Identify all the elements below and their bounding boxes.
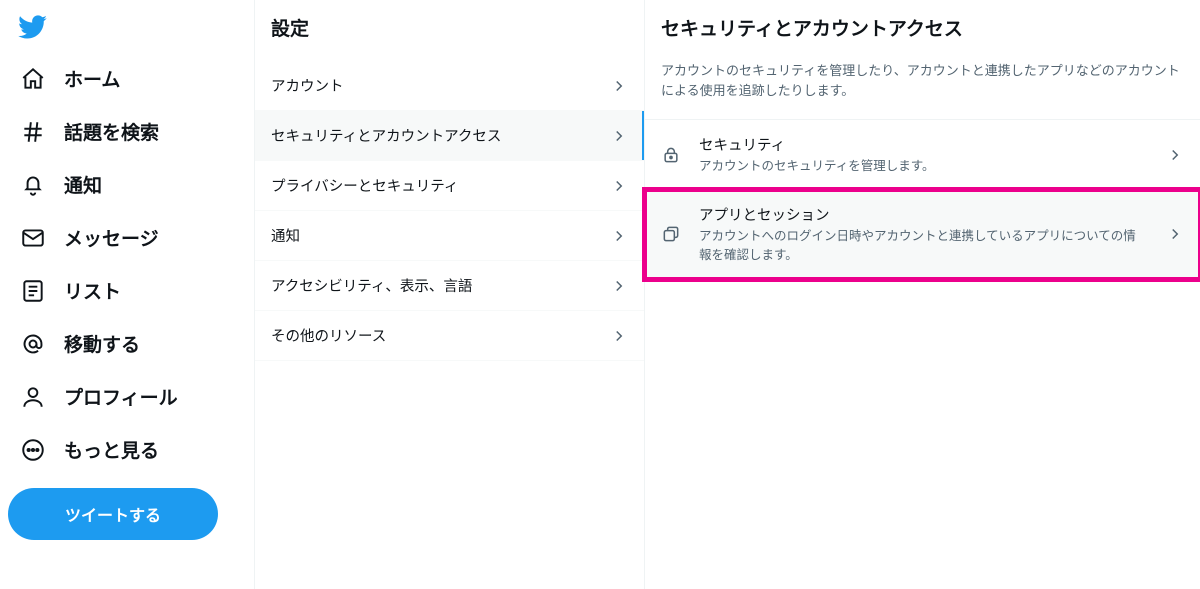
nav-notifications[interactable]: 通知 bbox=[8, 160, 246, 209]
hash-icon bbox=[20, 119, 46, 145]
at-icon bbox=[20, 331, 46, 357]
panel-row-title: アプリとセッション bbox=[699, 204, 1148, 225]
settings-item-label: 通知 bbox=[271, 225, 300, 246]
left-nav: ホーム 話題を検索 通知 メッセージ bbox=[0, 0, 255, 589]
nav-label: 移動する bbox=[64, 330, 140, 357]
envelope-icon bbox=[20, 225, 46, 251]
settings-column: 設定 アカウント セキュリティとアカウントアクセス プライバシーとセキュリティ … bbox=[255, 0, 645, 589]
settings-item-security-access[interactable]: セキュリティとアカウントアクセス bbox=[255, 111, 644, 161]
settings-item-label: プライバシーとセキュリティ bbox=[271, 175, 458, 196]
chevron-right-icon bbox=[610, 127, 628, 145]
panel-row-apps-sessions[interactable]: アプリとセッション アカウントへのログイン日時やアカウントと連携しているアプリに… bbox=[645, 190, 1200, 279]
settings-item-label: セキュリティとアカウントアクセス bbox=[271, 125, 501, 146]
nav-label: プロフィール bbox=[64, 383, 178, 410]
nav-label: 話題を検索 bbox=[64, 118, 159, 145]
settings-item-privacy[interactable]: プライバシーとセキュリティ bbox=[255, 161, 644, 211]
panel-row-title: セキュリティ bbox=[699, 134, 1148, 155]
panel-row-text: アプリとセッション アカウントへのログイン日時やアカウントと連携しているアプリに… bbox=[699, 204, 1148, 265]
settings-item-label: アクセシビリティ、表示、言語 bbox=[271, 275, 472, 296]
settings-item-label: その他のリソース bbox=[271, 325, 386, 346]
settings-item-other-resources[interactable]: その他のリソース bbox=[255, 311, 644, 361]
chevron-right-icon bbox=[610, 77, 628, 95]
nav-messages[interactable]: メッセージ bbox=[8, 213, 246, 262]
twitter-logo-icon bbox=[18, 12, 236, 42]
panel-row-security[interactable]: セキュリティ アカウントのセキュリティを管理します。 bbox=[645, 120, 1200, 190]
nav-lists[interactable]: リスト bbox=[8, 266, 246, 315]
apps-icon bbox=[661, 224, 681, 244]
panel-description: アカウントのセキュリティを管理したり、アカウントと連携したアプリなどのアカウント… bbox=[645, 61, 1200, 120]
settings-item-accessibility[interactable]: アクセシビリティ、表示、言語 bbox=[255, 261, 644, 311]
panel-row-text: セキュリティ アカウントのセキュリティを管理します。 bbox=[699, 134, 1148, 176]
settings-header: 設定 bbox=[255, 0, 644, 61]
panel-row-sub: アカウントのセキュリティを管理します。 bbox=[699, 157, 1148, 176]
person-icon bbox=[20, 384, 46, 410]
settings-item-account[interactable]: アカウント bbox=[255, 61, 644, 111]
settings-item-notifications[interactable]: 通知 bbox=[255, 211, 644, 261]
chevron-right-icon bbox=[610, 227, 628, 245]
nav-spacer bbox=[8, 540, 246, 579]
chevron-right-icon bbox=[610, 177, 628, 195]
panel-header: セキュリティとアカウントアクセス bbox=[645, 0, 1200, 61]
nav-home[interactable]: ホーム bbox=[8, 54, 246, 103]
chevron-right-icon bbox=[610, 277, 628, 295]
nav-label: 通知 bbox=[64, 171, 102, 198]
bell-icon bbox=[20, 172, 46, 198]
nav-label: リスト bbox=[64, 277, 121, 304]
chevron-right-icon bbox=[1166, 146, 1184, 164]
settings-item-label: アカウント bbox=[271, 75, 344, 96]
app-root: ホーム 話題を検索 通知 メッセージ bbox=[0, 0, 1200, 589]
nav-label: もっと見る bbox=[64, 436, 159, 463]
detail-panel: セキュリティとアカウントアクセス アカウントのセキュリティを管理したり、アカウン… bbox=[645, 0, 1200, 589]
nav-profile[interactable]: プロフィール bbox=[8, 372, 246, 421]
chevron-right-icon bbox=[1166, 225, 1184, 243]
list-icon bbox=[20, 278, 46, 304]
logo-wrap[interactable] bbox=[8, 6, 246, 52]
nav-move[interactable]: 移動する bbox=[8, 319, 246, 368]
home-icon bbox=[20, 66, 46, 92]
chevron-right-icon bbox=[610, 327, 628, 345]
lock-icon bbox=[661, 145, 681, 165]
nav-label: メッセージ bbox=[64, 224, 159, 251]
tweet-button[interactable]: ツイートする bbox=[8, 488, 218, 540]
more-icon bbox=[20, 437, 46, 463]
nav-label: ホーム bbox=[64, 65, 120, 92]
nav-more[interactable]: もっと見る bbox=[8, 425, 246, 474]
nav-explore[interactable]: 話題を検索 bbox=[8, 107, 246, 156]
panel-row-sub: アカウントへのログイン日時やアカウントと連携しているアプリについての情報を確認し… bbox=[699, 227, 1148, 265]
nav-items: ホーム 話題を検索 通知 メッセージ bbox=[8, 54, 246, 474]
